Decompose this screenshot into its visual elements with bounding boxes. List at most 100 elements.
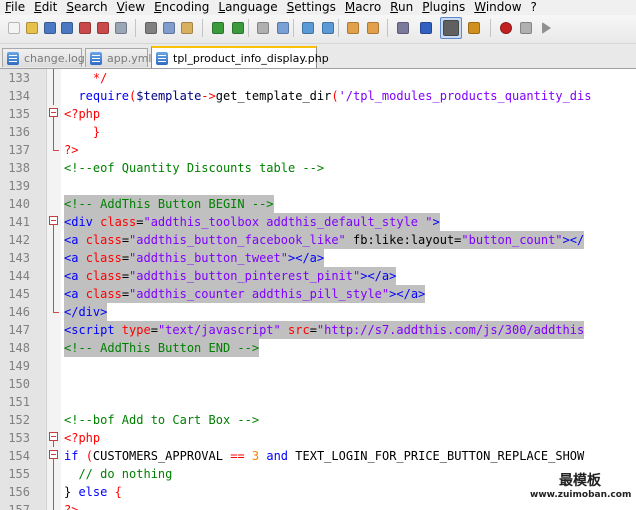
code-line[interactable]: 143 <a class="addthis_button_tweet"></a> <box>0 249 636 267</box>
sync-vertical-icon[interactable] <box>345 20 361 36</box>
line-number: 148 <box>8 341 30 355</box>
menu-edit[interactable]: Edit <box>29 0 61 15</box>
line-number: 141 <box>8 215 30 229</box>
code-editor[interactable]: 133 */ 134 require ($template->get_templat… <box>0 69 636 510</box>
code-token: '/tpl_modules_products_quantity_dis <box>338 89 592 103</box>
code-token: ?> <box>64 503 79 510</box>
menu-macro[interactable]: Macro <box>340 0 385 15</box>
indent-guide-icon[interactable] <box>440 17 462 39</box>
code-token: = <box>121 251 130 265</box>
tab-label: tpl_product_info_display.php <box>173 51 329 65</box>
line-number: 151 <box>8 395 30 409</box>
copy-icon[interactable] <box>161 20 177 36</box>
line-number: 153 <box>8 431 30 445</box>
fold-collapse-icon[interactable] <box>49 108 58 117</box>
menu-encoding[interactable]: Encoding <box>149 0 213 15</box>
record-macro-icon[interactable] <box>498 20 514 36</box>
code-line[interactable]: 134 require($template->get_template_dir(… <box>0 87 636 105</box>
toolbar-separator <box>338 19 339 37</box>
code-line[interactable]: 153 <?php <box>0 429 636 447</box>
undo-icon[interactable] <box>210 20 226 36</box>
code-line[interactable]: 136 } <box>0 123 636 141</box>
zoom-out-icon[interactable] <box>320 20 336 36</box>
save-all-icon[interactable] <box>59 20 75 36</box>
cut-icon[interactable] <box>143 20 159 36</box>
show-all-chars-icon[interactable] <box>418 20 434 36</box>
tab-change-log[interactable]: change.log <box>2 48 85 67</box>
line-number: 136 <box>8 125 30 139</box>
line-number: 156 <box>8 485 30 499</box>
file-icon <box>7 51 19 65</box>
word-wrap-icon[interactable] <box>395 20 411 36</box>
toolbar-separator <box>293 19 294 37</box>
replace-icon[interactable] <box>275 20 291 36</box>
menu-settings[interactable]: Settings <box>282 0 340 15</box>
menu-file[interactable]: File <box>0 0 29 15</box>
code-token: ( <box>331 89 339 103</box>
user-lang-icon[interactable] <box>466 20 482 36</box>
code-line[interactable]: 138 <!--eof Quantity Discounts table --> <box>0 159 636 177</box>
code-line[interactable]: 137 ?> <box>0 141 636 159</box>
paste-icon[interactable] <box>179 20 195 36</box>
sync-horizontal-icon[interactable] <box>365 20 381 36</box>
close-all-icon[interactable] <box>95 20 111 36</box>
code-line[interactable]: 154 if (CUSTOMERS_APPROVAL == 3 and TEXT_… <box>0 447 636 465</box>
code-line[interactable]: 146 </div> <box>0 303 636 321</box>
tab-tpl-product-info-display[interactable]: tpl_product_info_display.php <box>151 46 329 68</box>
code-token: class <box>85 233 122 247</box>
code-text: ?> <box>64 501 78 510</box>
close-icon[interactable] <box>77 20 93 36</box>
fold-line <box>53 267 54 285</box>
menu-view[interactable]: View <box>112 0 149 15</box>
code-line[interactable]: 135 <?php <box>0 105 636 123</box>
code-line[interactable]: 148 <!-- AddThis Button END --> <box>0 339 636 357</box>
code-line[interactable]: 139 <box>0 177 636 195</box>
line-number: 143 <box>8 251 30 265</box>
code-line[interactable]: 152 <!--bof Add to Cart Box --> <box>0 411 636 429</box>
menu-search[interactable]: Search <box>61 0 111 15</box>
zoom-in-icon[interactable] <box>300 20 316 36</box>
find-icon[interactable] <box>255 20 271 36</box>
stop-macro-icon[interactable] <box>518 20 534 36</box>
fold-collapse-icon[interactable] <box>49 450 58 459</box>
code-line[interactable]: 142 <a class="addthis_button_facebook_lik… <box>0 231 636 249</box>
code-line[interactable]: 157 ?> <box>0 501 636 510</box>
menu-run[interactable]: Run <box>385 0 417 15</box>
code-line[interactable]: 151 <box>0 393 636 411</box>
fold-collapse-icon[interactable] <box>49 216 58 225</box>
code-line[interactable]: 141 <div class="addthis_toolbox addthis_d… <box>0 213 636 231</box>
new-file-icon[interactable] <box>6 20 22 36</box>
save-icon[interactable] <box>42 20 58 36</box>
open-file-icon[interactable] <box>24 20 40 36</box>
menu-plugins[interactable]: Plugins <box>417 0 469 15</box>
line-number: 139 <box>8 179 30 193</box>
line-number: 155 <box>8 467 30 481</box>
code-line[interactable]: 150 <box>0 375 636 393</box>
watermark-logo-text: 最模板 <box>559 473 601 489</box>
code-line[interactable]: 140 <!-- AddThis Button BEGIN --> <box>0 195 636 213</box>
code-line[interactable]: 147 <script type="text/javascript" src="h… <box>0 321 636 339</box>
fold-collapse-icon[interactable] <box>49 432 58 441</box>
print-icon[interactable] <box>113 20 129 36</box>
code-token: > <box>432 215 440 229</box>
line-number: 154 <box>8 449 30 463</box>
code-token: <?php <box>64 431 101 445</box>
code-line[interactable]: 145 <a class="addthis_counter addthis_pil… <box>0 285 636 303</box>
code-token: src <box>288 323 310 337</box>
code-token: CUSTOMERS_APPROVAL <box>92 449 231 463</box>
code-line[interactable]: 133 */ <box>0 69 636 87</box>
tab-app-yml[interactable]: app.yml <box>85 48 151 67</box>
code-line[interactable]: 144 <a class="addthis_button_pinterest_pi… <box>0 267 636 285</box>
code-line[interactable]: 149 <box>0 357 636 375</box>
line-number: 146 <box>8 305 30 319</box>
code-text: <div class="addthis_toolbox addthis_defa… <box>64 213 440 231</box>
redo-icon[interactable] <box>230 20 246 36</box>
play-macro-icon[interactable] <box>538 20 554 36</box>
menu-help[interactable]: ? <box>526 0 541 15</box>
code-token: "addthis_button_tweet" <box>129 251 288 265</box>
menu-language[interactable]: Language <box>213 0 281 15</box>
menu-window[interactable]: Window <box>469 0 525 15</box>
